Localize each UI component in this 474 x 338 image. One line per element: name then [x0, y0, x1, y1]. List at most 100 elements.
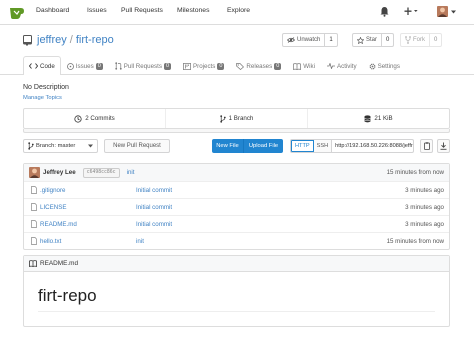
- nav-issues[interactable]: Issues: [87, 7, 107, 14]
- file-name[interactable]: LICENSE: [40, 204, 66, 211]
- repo-header: jeffrey / firt-repo Unwatch 1 Star 0 For…: [0, 25, 474, 75]
- repo-owner-link[interactable]: jeffrey: [37, 34, 67, 46]
- bell-icon[interactable]: [380, 6, 389, 17]
- nav-pull-requests[interactable]: Pull Requests: [121, 7, 163, 14]
- clone-url-input[interactable]: http://192.168.50.226:8088/jeffr: [332, 140, 413, 152]
- user-avatar[interactable]: [437, 6, 448, 17]
- fork-button[interactable]: Fork: [401, 34, 429, 46]
- chevron-down-icon: [88, 144, 93, 148]
- commits-stat[interactable]: 2 Commits: [24, 109, 165, 128]
- latest-commit-info: Jeffrey Lee c6498cc86c init: [29, 167, 135, 178]
- watch-button-group[interactable]: Unwatch 1: [282, 33, 338, 47]
- language-stats-strip: [23, 129, 450, 133]
- tab-pull-requests[interactable]: Pull Requests 0: [109, 56, 177, 75]
- upload-file-button[interactable]: Upload File: [244, 139, 283, 153]
- download-icon: [440, 142, 447, 150]
- gitea-logo-icon[interactable]: [9, 5, 25, 20]
- star-button-group[interactable]: Star 0: [352, 33, 395, 47]
- code-icon: [29, 63, 38, 69]
- star-count[interactable]: 0: [381, 34, 393, 46]
- file-commit-message[interactable]: Initial commit: [136, 204, 172, 211]
- star-label: Star: [366, 37, 378, 43]
- book-icon: [29, 260, 37, 267]
- copy-url-button[interactable]: [420, 139, 433, 153]
- eye-slash-icon: [287, 37, 295, 43]
- readme-filename: README.md: [40, 260, 78, 267]
- gear-icon: [369, 63, 375, 69]
- file-commit-message[interactable]: Initial commit: [136, 221, 172, 228]
- clone-url-group: HTTP SSH http://192.168.50.226:8088/jeff…: [290, 139, 414, 153]
- projects-count-badge: 0: [217, 62, 225, 70]
- new-pull-request-button[interactable]: New Pull Request: [104, 139, 170, 153]
- tab-activity-label: Activity: [336, 62, 357, 70]
- file-commit-message[interactable]: Initial commit: [136, 187, 172, 194]
- ssh-clone-button[interactable]: SSH: [313, 140, 333, 152]
- commit-message[interactable]: init: [127, 169, 135, 176]
- commit-sha[interactable]: c6498cc86c: [82, 167, 120, 178]
- repo-name-link[interactable]: firt-repo: [76, 34, 114, 46]
- commit-author[interactable]: Jeffrey Lee: [43, 169, 76, 176]
- file-name[interactable]: hello.txt: [40, 238, 61, 245]
- tab-wiki[interactable]: Wiki: [287, 56, 321, 75]
- tab-projects[interactable]: Projects 0: [177, 56, 230, 75]
- branches-count: 1 Branch: [228, 115, 254, 122]
- fork-button-group[interactable]: Fork 0: [400, 33, 443, 47]
- readme-header: README.md: [24, 256, 449, 272]
- pull-requests-count-badge: 0: [163, 62, 171, 70]
- file-row[interactable]: .gitignore Initial commit 3 minutes ago: [24, 181, 449, 198]
- repo-stats-bar: 2 Commits 1 Branch 21 KiB: [23, 108, 450, 129]
- top-navbar: Dashboard Issues Pull Requests Milestone…: [0, 0, 474, 25]
- tab-pull-requests-label: Pull Requests: [123, 62, 162, 70]
- fork-count[interactable]: 0: [429, 34, 441, 46]
- star-icon: [357, 36, 364, 44]
- tab-releases[interactable]: Releases 0: [230, 56, 287, 75]
- fork-label: Fork: [413, 37, 425, 43]
- branch-icon: [28, 142, 34, 150]
- file-row[interactable]: README.md Initial commit 3 minutes ago: [24, 215, 449, 232]
- file-row[interactable]: LICENSE Initial commit 3 minutes ago: [24, 198, 449, 215]
- readme-panel: README.md firt-repo: [23, 255, 450, 327]
- file-icon: [31, 203, 37, 211]
- issues-count-badge: 0: [95, 62, 103, 70]
- download-button[interactable]: [437, 139, 450, 153]
- file-row[interactable]: hello.txt init 15 minutes from now: [24, 232, 449, 249]
- tab-issues[interactable]: Issues 0: [61, 56, 109, 75]
- commit-age: 15 minutes from now: [386, 169, 444, 176]
- book-icon: [293, 62, 302, 70]
- http-clone-button[interactable]: HTTP: [291, 140, 314, 152]
- file-icon: [31, 220, 37, 228]
- issue-icon: [66, 62, 74, 70]
- size-stat: 21 KiB: [307, 109, 449, 128]
- file-commit-message[interactable]: init: [136, 238, 144, 245]
- releases-count-badge: 0: [274, 62, 282, 70]
- branches-stat[interactable]: 1 Branch: [165, 109, 307, 128]
- file-name[interactable]: README.md: [40, 221, 77, 228]
- manage-topics-link[interactable]: Manage Topics: [23, 95, 62, 101]
- watch-count[interactable]: 1: [324, 34, 336, 46]
- plus-dropdown-icon[interactable]: [404, 7, 418, 16]
- tab-code[interactable]: Code: [23, 56, 61, 75]
- branch-selector[interactable]: Branch: master: [23, 139, 98, 153]
- readme-divider: [38, 311, 435, 312]
- tab-settings-label: Settings: [377, 62, 400, 70]
- unwatch-label: Unwatch: [297, 37, 321, 43]
- tab-settings[interactable]: Settings: [363, 56, 406, 75]
- unwatch-button[interactable]: Unwatch: [283, 34, 324, 46]
- file-name[interactable]: .gitignore: [40, 187, 65, 194]
- projects-icon: [183, 62, 191, 70]
- nav-dashboard[interactable]: Dashboard: [36, 7, 69, 14]
- tab-code-label: Code: [40, 62, 55, 70]
- pulse-icon: [326, 63, 335, 69]
- file-age: 15 minutes from now: [386, 237, 444, 245]
- star-button[interactable]: Star: [353, 34, 381, 46]
- file-icon: [31, 237, 37, 245]
- chevron-down-icon[interactable]: [451, 10, 456, 14]
- nav-explore[interactable]: Explore: [227, 7, 250, 14]
- repo-title: jeffrey / firt-repo: [23, 34, 114, 46]
- nav-milestones[interactable]: Milestones: [177, 7, 210, 14]
- pull-request-icon: [115, 62, 122, 70]
- commit-author-avatar[interactable]: [29, 167, 40, 178]
- new-file-button[interactable]: New File: [212, 139, 244, 153]
- tab-activity[interactable]: Activity: [321, 56, 363, 75]
- tab-projects-label: Projects: [193, 62, 216, 70]
